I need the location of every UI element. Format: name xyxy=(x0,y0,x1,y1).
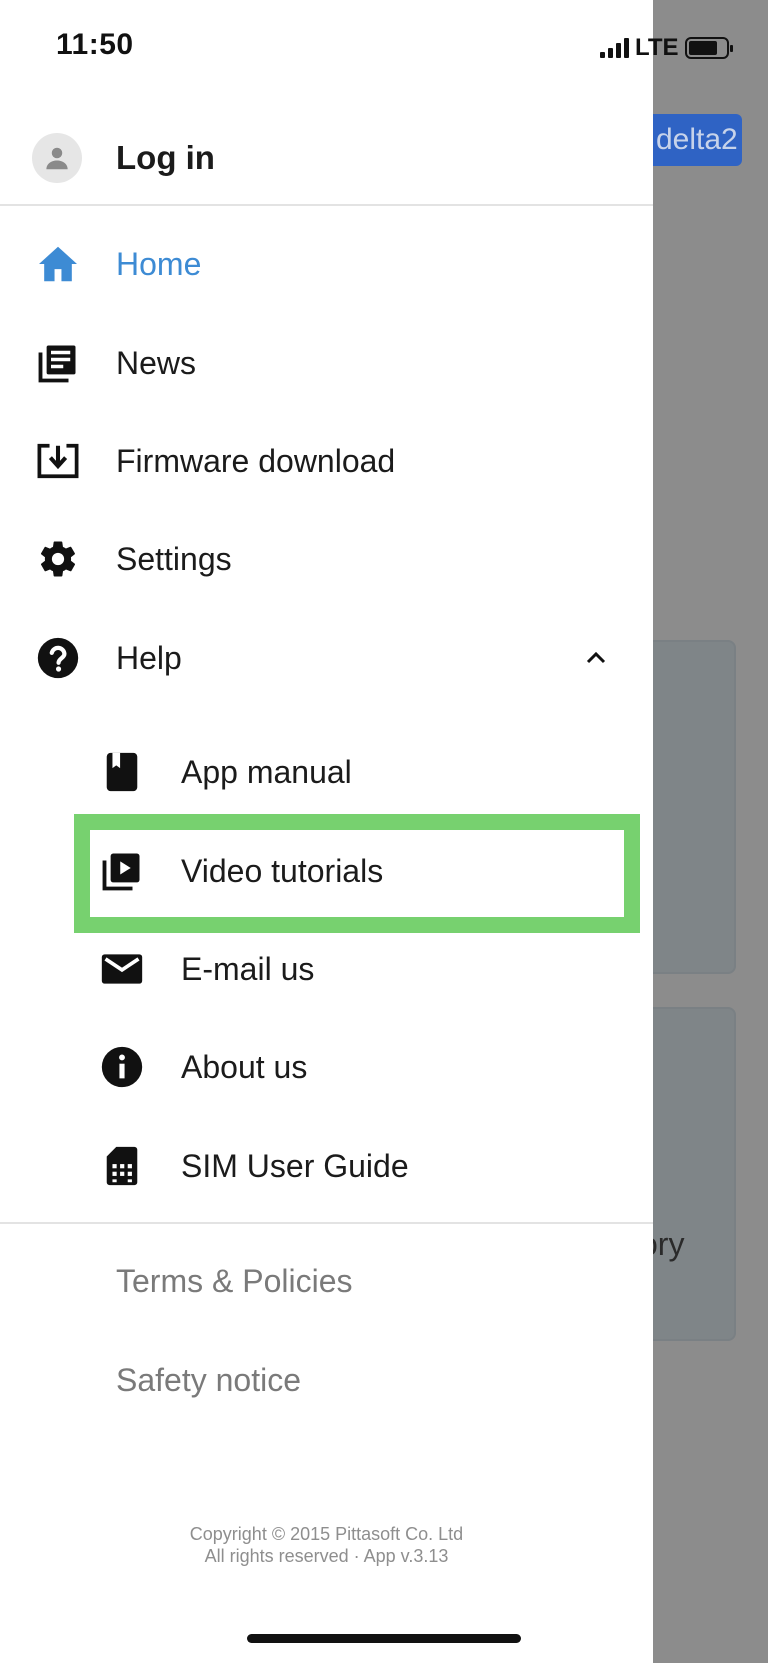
navigation-drawer: 11:50 Log in Home News Firmware download… xyxy=(0,0,653,1663)
status-indicators: LTE xyxy=(600,34,733,62)
submenu-item-video-tutorials[interactable]: Video tutorials xyxy=(0,831,653,911)
info-icon xyxy=(100,1045,144,1089)
submenu-item-about-us[interactable]: About us xyxy=(0,1027,653,1107)
news-icon xyxy=(36,341,80,385)
book-icon xyxy=(100,750,144,794)
menu-item-help[interactable]: Help xyxy=(0,618,653,698)
firmware-download-icon xyxy=(36,439,80,483)
avatar-icon xyxy=(32,133,82,183)
submenu-label: App manual xyxy=(181,753,352,790)
submenu-label: About us xyxy=(181,1048,308,1085)
gear-icon xyxy=(36,537,80,581)
menu-label: Home xyxy=(116,245,202,282)
login-row[interactable]: Log in xyxy=(0,112,653,204)
help-icon xyxy=(36,636,80,680)
menu-item-settings[interactable]: Settings xyxy=(0,519,653,599)
copyright-text: Copyright © 2015 Pittasoft Co. Ltd xyxy=(189,1524,464,1544)
safety-notice-link[interactable]: Safety notice xyxy=(116,1362,301,1399)
menu-label: Help xyxy=(116,639,182,676)
terms-policies-link[interactable]: Terms & Policies xyxy=(116,1263,353,1300)
chevron-up-icon[interactable] xyxy=(582,644,610,672)
home-indicator[interactable] xyxy=(247,1634,521,1643)
submenu-label: Video tutorials xyxy=(181,852,384,889)
submenu-item-email-us[interactable]: E-mail us xyxy=(0,929,653,1009)
mail-icon xyxy=(100,947,144,991)
menu-item-home[interactable]: Home xyxy=(0,224,653,304)
login-label: Log in xyxy=(116,139,215,176)
menu-item-news[interactable]: News xyxy=(0,323,653,403)
battery-icon xyxy=(684,37,733,59)
menu-item-firmware-download[interactable]: Firmware download xyxy=(0,421,653,501)
submenu-item-sim-user-guide[interactable]: SIM User Guide xyxy=(0,1126,653,1206)
divider xyxy=(0,1222,653,1224)
submenu-label: SIM User Guide xyxy=(181,1147,409,1184)
submenu-label: E-mail us xyxy=(181,950,315,987)
status-time: 11:50 xyxy=(56,28,134,61)
submenu-item-app-manual[interactable]: App manual xyxy=(0,732,653,812)
version-text: All rights reserved · App v.3.13 xyxy=(204,1546,449,1566)
menu-label: Firmware download xyxy=(116,442,396,479)
home-icon xyxy=(36,242,80,286)
signal-icon xyxy=(600,38,629,58)
background-device-chip: delta2 xyxy=(640,114,742,166)
menu-label: Settings xyxy=(116,540,232,577)
divider xyxy=(0,204,653,206)
menu-label: News xyxy=(116,344,197,381)
network-type: LTE xyxy=(635,34,679,61)
sim-card-icon xyxy=(100,1144,144,1188)
video-library-icon xyxy=(100,849,144,893)
